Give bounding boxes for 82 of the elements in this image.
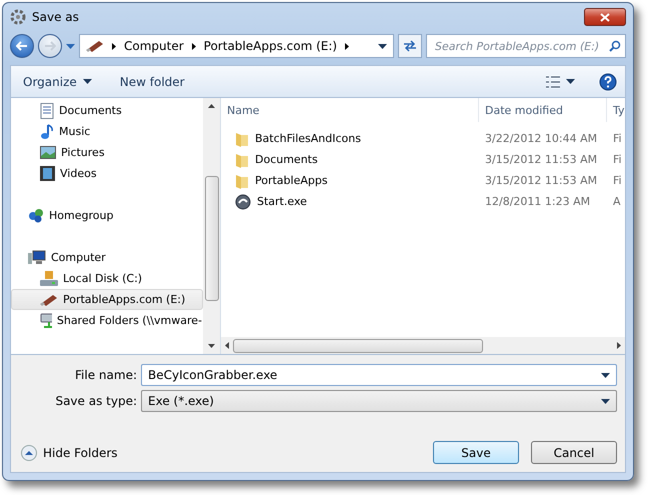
refresh-button[interactable] [398, 34, 422, 58]
scroll-up-icon [208, 104, 215, 108]
music-note-icon [40, 124, 54, 140]
breadcrumb[interactable]: Computer [124, 39, 184, 53]
sidebar-item[interactable]: Videos [11, 163, 203, 184]
folder-icon [235, 172, 249, 188]
drive-icon [40, 270, 58, 286]
gear-icon [10, 9, 26, 25]
file-name-cell[interactable]: Start.exe [221, 194, 479, 210]
refresh-arrows-icon [403, 40, 417, 52]
dropdown-caret-icon [601, 398, 610, 404]
help-icon[interactable] [599, 72, 617, 90]
dropdown-caret-icon [378, 44, 387, 48]
collapse-icon [21, 444, 37, 460]
homegroup-icon [28, 208, 44, 223]
file-name-cell[interactable]: BatchFilesAndIcons [221, 130, 479, 146]
scroll-down-icon [208, 344, 215, 348]
type-cell-text: Fi [612, 153, 623, 166]
document-icon [40, 102, 54, 118]
close-button[interactable] [584, 8, 626, 26]
film-icon [40, 166, 55, 181]
scroll-right-icon [617, 342, 621, 349]
scroll-thumb[interactable] [233, 338, 483, 352]
cancel-button[interactable]: Cancel [531, 441, 617, 464]
usb-drive-icon [40, 294, 58, 306]
search-field[interactable]: Search PortableApps.com (E:) [426, 34, 626, 58]
save-type-label: Save as type: [54, 394, 137, 408]
forward-button[interactable] [38, 34, 62, 58]
usb-drive-icon [86, 40, 104, 52]
new-folder-button[interactable]: New folder [116, 72, 189, 90]
dropdown-caret-icon [601, 372, 610, 378]
horizontal-scrollbar[interactable] [221, 337, 625, 354]
chevron-right-icon [192, 42, 196, 50]
sidebar-item[interactable]: Homegroup [11, 205, 203, 226]
picture-icon [40, 146, 56, 159]
arrow-right-icon [44, 41, 56, 51]
folder-icon [235, 130, 249, 146]
computer-icon [28, 250, 46, 265]
search-icon [609, 40, 621, 52]
caret-icon [566, 79, 575, 84]
network-drive-icon [40, 312, 52, 328]
chevron-right-icon [345, 42, 350, 50]
breadcrumb[interactable]: PortableApps.com (E:) [204, 39, 338, 53]
sidebar-item[interactable]: PortableApps.com (E:) [11, 289, 203, 310]
file-name-label: File name: [74, 368, 137, 382]
column-header[interactable]: Date modified [479, 98, 607, 122]
file-name-field[interactable]: BeCyIconGrabber.exe [141, 364, 617, 386]
vertical-scrollbar[interactable] [203, 98, 220, 354]
date-cell-text: 3/15/2012 11:53 AM [484, 174, 598, 187]
save-type-dropdown[interactable]: Exe (*.exe) [141, 390, 617, 412]
type-cell-text: Fi [612, 132, 623, 145]
column-header[interactable]: Name [221, 98, 479, 122]
sidebar-item[interactable]: Music [11, 121, 203, 142]
hide-folders-button[interactable]: Hide Folders [21, 444, 118, 460]
arrow-left-icon [16, 41, 28, 51]
application-icon [235, 194, 251, 210]
close-icon [600, 12, 610, 22]
date-cell-text: 3/22/2012 10:44 AM [484, 132, 598, 145]
file-name-cell[interactable]: PortableApps [221, 172, 479, 188]
file-name-cell[interactable]: Documents [221, 152, 479, 168]
sidebar-item[interactable]: Computer [11, 247, 203, 268]
sidebar-item[interactable]: Local Disk (C:) [11, 268, 203, 289]
list-view-icon [546, 76, 560, 88]
scroll-left-icon [225, 342, 229, 349]
folder-icon [235, 152, 249, 168]
date-cell-text: 12/8/2011 1:23 AM [484, 195, 592, 208]
type-cell-text: A [612, 195, 622, 208]
back-button[interactable] [10, 34, 34, 58]
window-title: Save as [32, 10, 80, 24]
sidebar-item[interactable]: Documents [11, 100, 203, 121]
sidebar-item[interactable]: Pictures [11, 142, 203, 163]
sidebar-item[interactable]: Shared Folders (\\vmware- [11, 310, 203, 331]
address-bar[interactable]: Computer PortableApps.com (E:) [79, 34, 394, 58]
column-header[interactable]: Ty [607, 98, 625, 122]
date-cell-text: 3/15/2012 11:53 AM [484, 153, 598, 166]
type-cell-text: Fi [612, 174, 623, 187]
organize-button[interactable]: Organize [19, 72, 96, 90]
scroll-thumb[interactable] [204, 176, 218, 301]
caret-icon [82, 79, 92, 84]
chevron-right-icon [112, 42, 116, 50]
recent-pages-caret-icon[interactable] [66, 44, 75, 48]
save-button[interactable]: Save [433, 441, 519, 464]
